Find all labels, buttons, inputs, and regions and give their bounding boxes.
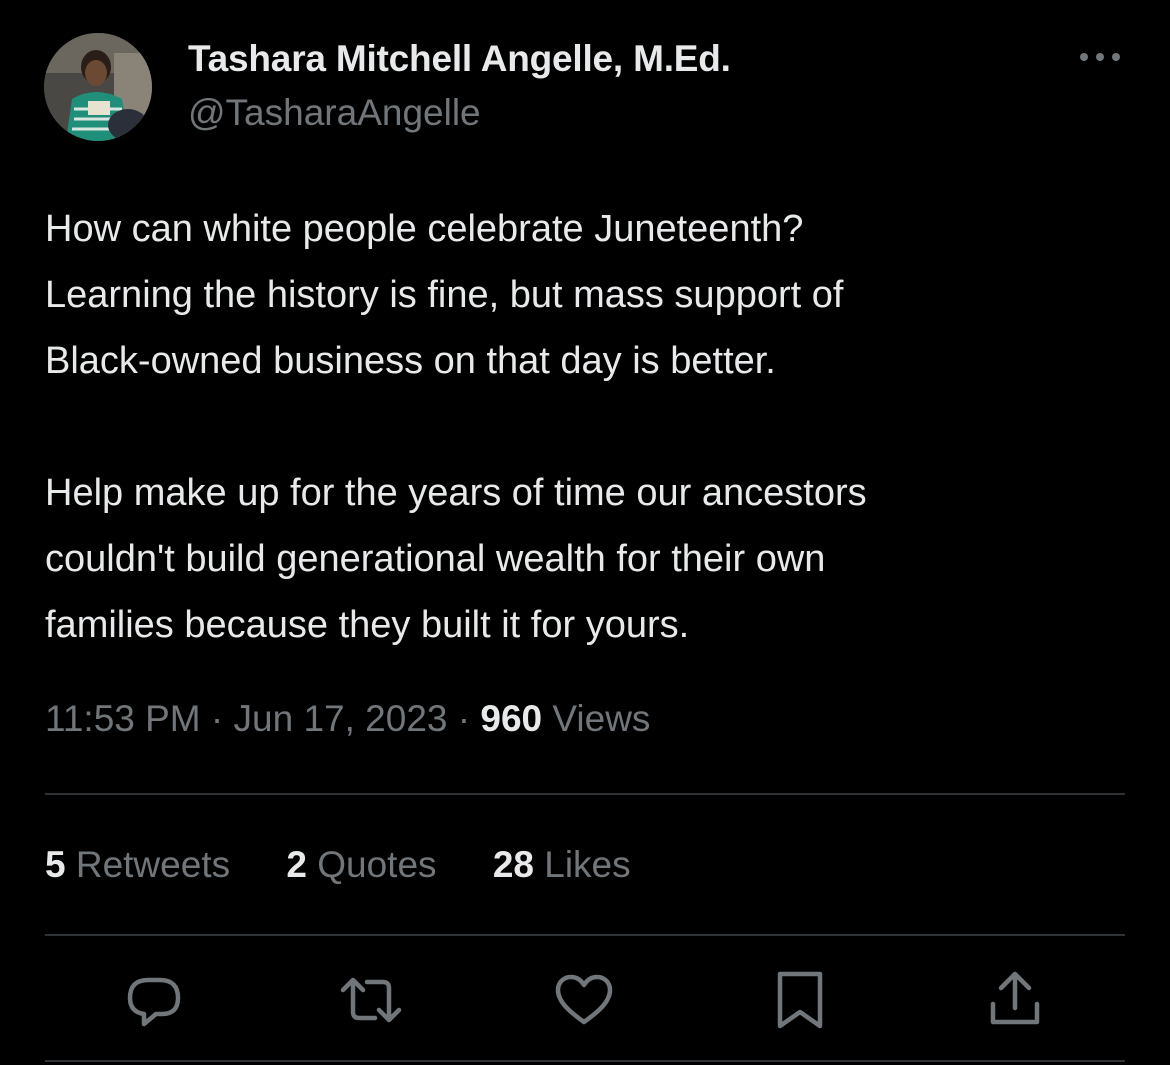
share-button[interactable] [983,968,1047,1032]
tweet-time[interactable]: 11:53 PM [45,698,201,739]
tweet-date[interactable]: Jun 17, 2023 [234,698,448,739]
tweet-text-line: Black-owned business on that day is bett… [45,340,776,382]
reply-button[interactable] [122,968,186,1032]
likes-count: 28 [492,844,534,885]
tweet-text-line: couldn't build generational wealth for t… [45,538,826,580]
more-options-button[interactable] [1074,42,1126,72]
divider [45,1060,1125,1062]
retweets-stat[interactable]: 5 Retweets [45,844,230,886]
meta-separator: · [210,698,224,739]
like-icon [555,974,613,1025]
tweet-text-line: Learning the history is fine, but mass s… [45,274,844,316]
likes-stat[interactable]: 28 Likes [493,844,631,886]
tweet-detail: Tashara Mitchell Angelle, M.Ed. @Tashara… [0,0,1170,1065]
views-label: Views [552,698,651,739]
tweet-meta: 11:53 PM · Jun 17, 2023 · 960 Views [45,698,650,740]
author-name[interactable]: Tashara Mitchell Angelle, M.Ed. [188,38,731,80]
quotes-stat[interactable]: 2 Quotes [286,844,436,886]
quotes-count: 2 [286,844,307,885]
retweets-label: Retweets [75,844,231,885]
views-count: 960 [480,698,543,739]
meta-separator: · [457,698,471,739]
more-icon [1080,53,1120,61]
tweet-text-line: Help make up for the years of time our a… [45,472,867,514]
avatar[interactable] [44,33,152,141]
divider [45,934,1125,936]
divider [45,793,1125,795]
tweet-text-line: How can white people celebrate Juneteent… [45,208,804,250]
retweets-count: 5 [45,844,66,885]
tweet-text: How can white people celebrate Juneteent… [45,196,1135,658]
likes-label: Likes [544,844,631,885]
retweet-icon [340,977,402,1023]
engagement-stats: 5 Retweets 2 Quotes 28 Likes [45,844,631,886]
avatar-image [44,33,152,141]
author-handle[interactable]: @TasharaAngelle [188,92,481,134]
retweet-button[interactable] [339,968,403,1032]
quotes-label: Quotes [317,844,437,885]
bookmark-icon [777,971,823,1029]
bookmark-button[interactable] [768,968,832,1032]
like-button[interactable] [552,968,616,1032]
share-icon [990,971,1040,1025]
tweet-text-line: families because they built it for yours… [45,604,690,646]
reply-icon [127,977,181,1027]
